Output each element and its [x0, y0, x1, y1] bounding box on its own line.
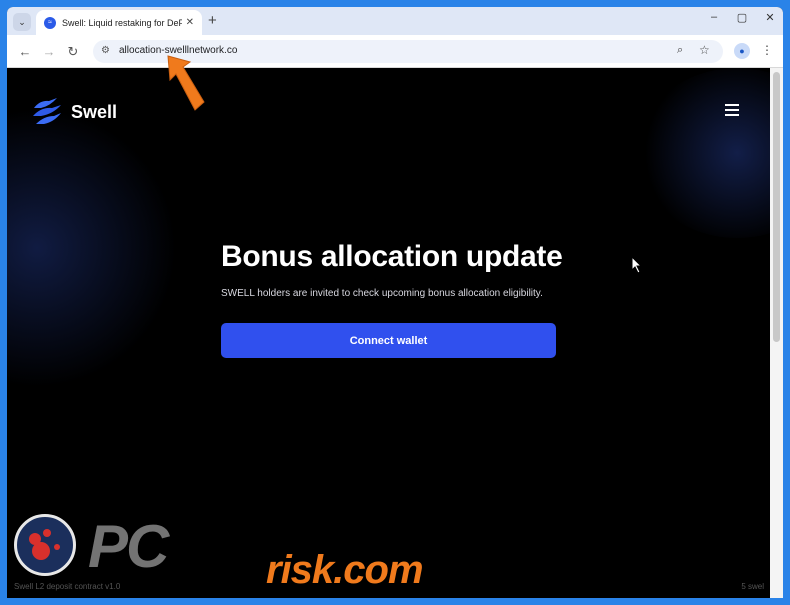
browser-menu-icon[interactable]: ⋮ [761, 43, 773, 57]
window-controls: – ▢ ✕ [707, 11, 777, 24]
forward-arrow-icon[interactable]: → [41, 44, 57, 59]
brand-name: Swell [71, 101, 118, 122]
page-scrollbar[interactable] [770, 68, 783, 598]
browser-window: ⌄ ≈ Swell: Liquid restaking for DeFi ✕ +… [7, 7, 783, 598]
close-window-button[interactable]: ✕ [763, 11, 777, 24]
swell-logo-icon [33, 98, 61, 124]
browser-toolbar: ← → ↻ ⚙ allocation-swelllnetwork.co ⌕ ☆ … [7, 35, 783, 68]
watermark-risk-text: risk.com [266, 548, 424, 592]
tab-close-icon[interactable]: ✕ [186, 17, 194, 28]
minimize-button[interactable]: – [707, 11, 721, 24]
bookmark-star-icon[interactable]: ☆ [699, 43, 710, 57]
browser-tab-active[interactable]: ≈ Swell: Liquid restaking for DeFi ✕ [36, 10, 202, 35]
maximize-button[interactable]: ▢ [735, 11, 749, 24]
hero-title: Bonus allocation update [221, 240, 563, 273]
hamburger-menu-icon[interactable] [725, 104, 739, 116]
tab-title: Swell: Liquid restaking for DeFi [62, 17, 182, 28]
footer-balance-text: 5 swel [741, 582, 764, 591]
background-glow-left [7, 108, 177, 388]
tab-strip: ⌄ ≈ Swell: Liquid restaking for DeFi ✕ +… [7, 7, 783, 35]
swell-logo[interactable]: Swell [30, 95, 117, 129]
zoom-icon[interactable]: ⌕ [677, 44, 683, 57]
profile-avatar-icon[interactable]: ● [734, 43, 750, 59]
tab-search-button[interactable]: ⌄ [13, 13, 31, 31]
new-tab-button[interactable]: + [208, 12, 217, 29]
connect-wallet-button[interactable]: Connect wallet [221, 323, 556, 358]
mouse-cursor-icon [631, 256, 643, 274]
hero-subtitle: SWELL holders are invited to check upcom… [221, 288, 543, 299]
footer-contract-text: Swell L2 deposit contract v1.0 [14, 582, 121, 591]
pcrisk-logo-icon [14, 514, 76, 576]
background-glow-right [637, 68, 770, 238]
watermark-pc-text: PC [88, 513, 169, 580]
swell-favicon-icon: ≈ [44, 16, 56, 29]
site-info-icon[interactable]: ⚙ [101, 45, 110, 56]
scrollbar-thumb[interactable] [773, 72, 780, 342]
reload-icon[interactable]: ↻ [65, 44, 81, 60]
back-arrow-icon[interactable]: ← [17, 44, 33, 59]
annotation-arrow-icon [167, 55, 205, 111]
